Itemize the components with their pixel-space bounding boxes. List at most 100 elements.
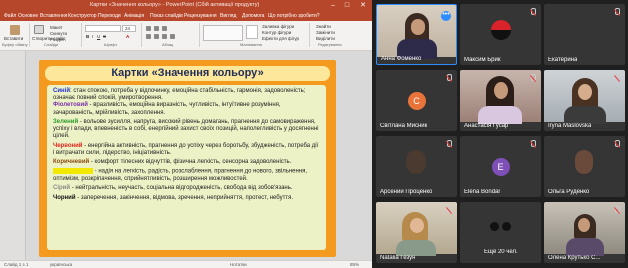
align-center-icon[interactable] bbox=[154, 34, 159, 39]
muted-mic-icon bbox=[614, 140, 620, 148]
muted-mic-icon bbox=[614, 206, 620, 214]
status-bar: Слайд 1 з 1 українська Нотатки 85% bbox=[0, 260, 372, 268]
participant-tile[interactable]: Максим Брик bbox=[460, 4, 541, 65]
reset-button[interactable]: Скинути bbox=[50, 31, 67, 36]
font-size-value: 24 bbox=[125, 26, 131, 31]
profile-photo bbox=[406, 150, 426, 174]
person-face bbox=[409, 218, 424, 233]
people-icon bbox=[502, 222, 511, 231]
ribbon: Вставити Буфер обміну Створити слайд Мак… bbox=[0, 21, 372, 51]
person-body bbox=[566, 238, 604, 256]
muted-mic-icon bbox=[614, 8, 620, 16]
zoom-level[interactable]: 85% bbox=[350, 262, 359, 267]
tab-view[interactable]: Вигляд bbox=[220, 13, 236, 19]
avatar: С bbox=[407, 92, 426, 110]
color-item-blue: Синій: стан спокою, потреба у відпочинку… bbox=[53, 88, 320, 102]
numbering-icon[interactable] bbox=[154, 26, 159, 31]
participant-tile[interactable]: С Світлана Мисник bbox=[376, 70, 457, 131]
participant-tile[interactable]: E Elena Bondar bbox=[460, 136, 541, 197]
tab-insert[interactable]: Вставлення bbox=[40, 13, 67, 19]
tab-home[interactable]: Основне bbox=[18, 13, 38, 19]
shapes-gallery[interactable] bbox=[203, 25, 243, 41]
participant-name: Elena Bondar bbox=[464, 189, 501, 195]
close-button[interactable]: ✕ bbox=[356, 1, 370, 11]
align-left-icon[interactable] bbox=[146, 34, 151, 39]
shape-fill-button[interactable]: Заливка фігури bbox=[262, 24, 294, 29]
participant-tile[interactable]: Екатерина bbox=[544, 4, 625, 65]
participant-tile[interactable]: Анастасія Гусар bbox=[460, 70, 541, 131]
video-feed bbox=[376, 202, 457, 256]
notes-button[interactable]: Нотатки bbox=[230, 262, 247, 267]
tab-slideshow[interactable]: Показ слайдів bbox=[150, 13, 183, 19]
indent-icon[interactable] bbox=[162, 26, 167, 31]
strikethrough-button[interactable]: S bbox=[103, 34, 106, 39]
layout-button[interactable]: Макет bbox=[50, 25, 63, 30]
person-face bbox=[577, 84, 592, 100]
group-label: Буфер обміну bbox=[2, 42, 28, 47]
replace-button[interactable]: Замінити bbox=[316, 30, 335, 35]
bullets-icon[interactable] bbox=[146, 26, 151, 31]
color-item-brown: Коричневий - комфорт тілесних відчуттів,… bbox=[53, 159, 320, 166]
font-name-select[interactable] bbox=[85, 25, 121, 32]
tab-file[interactable]: Файл bbox=[4, 13, 16, 19]
participant-tile[interactable]: Олена Крутько С... bbox=[544, 202, 625, 263]
more-participants-count: Ещё 20 чел. bbox=[484, 249, 518, 255]
tab-transitions[interactable]: Переходи bbox=[98, 13, 121, 19]
shape-outline-button[interactable]: Контур фігури bbox=[262, 30, 291, 35]
more-participants-tile[interactable]: Ещё 20 чел. bbox=[460, 202, 541, 263]
more-options-button[interactable]: ••• bbox=[441, 11, 451, 21]
color-meaning: - заперечення, закінчення, відмова, зреч… bbox=[75, 194, 294, 201]
muted-mic-icon bbox=[530, 140, 536, 148]
color-item-green: Зелений - вольове зусилля, напруга, висо… bbox=[53, 119, 320, 140]
bold-button[interactable]: B bbox=[86, 34, 89, 39]
paste-icon[interactable] bbox=[10, 25, 20, 35]
new-slide-icon[interactable] bbox=[34, 25, 44, 34]
font-size-select[interactable]: 24 bbox=[122, 25, 136, 32]
color-name: Фіолетовий bbox=[53, 102, 88, 109]
shape-effects-button[interactable]: Ефекти для фігур bbox=[262, 36, 299, 41]
color-item-gray: Сірий - нейтральність, неучасть, соціаль… bbox=[53, 185, 320, 192]
tab-animation[interactable]: Анімація bbox=[124, 13, 144, 19]
participant-tile[interactable]: Natalia Гезун bbox=[376, 202, 457, 263]
language-indicator[interactable]: українська bbox=[50, 262, 72, 267]
italic-button[interactable]: I bbox=[92, 34, 93, 39]
paste-button[interactable]: Вставити bbox=[4, 36, 23, 41]
slide[interactable]: Картки «Значення кольору» Синій: стан сп… bbox=[39, 60, 336, 257]
justify-icon[interactable] bbox=[170, 34, 175, 39]
participant-tile[interactable]: Ольга Руденко bbox=[544, 136, 625, 197]
slide-body[interactable]: Синій: стан спокою, потреба у відпочинку… bbox=[47, 85, 326, 250]
muted-mic-icon bbox=[614, 74, 620, 82]
slide-thumbnails-pane[interactable] bbox=[0, 51, 26, 260]
select-button[interactable]: Виділити bbox=[316, 36, 335, 41]
color-meaning: - вольове зусилля, напруга, високий ріве… bbox=[53, 118, 319, 140]
ppt-titlebar: Картки «Значення кольору» - PowerPoint (… bbox=[0, 0, 372, 12]
minimize-button[interactable]: – bbox=[326, 1, 340, 11]
group-label: Редагування bbox=[318, 42, 342, 47]
window-title: Картки «Значення кольору» - PowerPoint (… bbox=[90, 2, 260, 8]
avatar: E bbox=[491, 158, 510, 176]
font-color-button[interactable]: A bbox=[126, 34, 129, 39]
participant-name: Iryna Maslovska bbox=[548, 123, 592, 129]
video-feed bbox=[544, 70, 625, 124]
arrange-button[interactable] bbox=[246, 25, 258, 39]
participant-name: Арсений Проценко bbox=[380, 189, 433, 195]
color-name: Синій bbox=[53, 88, 71, 94]
participant-tile[interactable]: Iryna Maslovska bbox=[544, 70, 625, 131]
profile-logo bbox=[491, 20, 511, 40]
tab-review[interactable]: Рецензування bbox=[184, 13, 217, 19]
participant-tile[interactable]: ••• Анна Фоменко bbox=[376, 4, 457, 65]
underline-button[interactable]: U bbox=[97, 34, 100, 39]
slide-title[interactable]: Картки «Значення кольору» bbox=[45, 66, 330, 81]
profile-photo bbox=[575, 150, 593, 174]
color-name: Сірий bbox=[53, 185, 71, 192]
maximize-button[interactable]: □ bbox=[340, 1, 354, 11]
color-name: Коричневий bbox=[53, 159, 90, 166]
tab-design[interactable]: Конструктор bbox=[68, 13, 97, 19]
color-meaning: - комфорт тілесних відчуттів, фізична ле… bbox=[89, 159, 292, 166]
powerpoint-window: Картки «Значення кольору» - PowerPoint (… bbox=[0, 0, 372, 268]
align-right-icon[interactable] bbox=[162, 34, 167, 39]
tell-me-input[interactable]: Що потрібно зробити? bbox=[268, 13, 320, 19]
find-button[interactable]: Знайти bbox=[316, 24, 331, 29]
participant-tile[interactable]: Арсений Проценко bbox=[376, 136, 457, 197]
tab-help[interactable]: Допомога bbox=[242, 13, 264, 19]
